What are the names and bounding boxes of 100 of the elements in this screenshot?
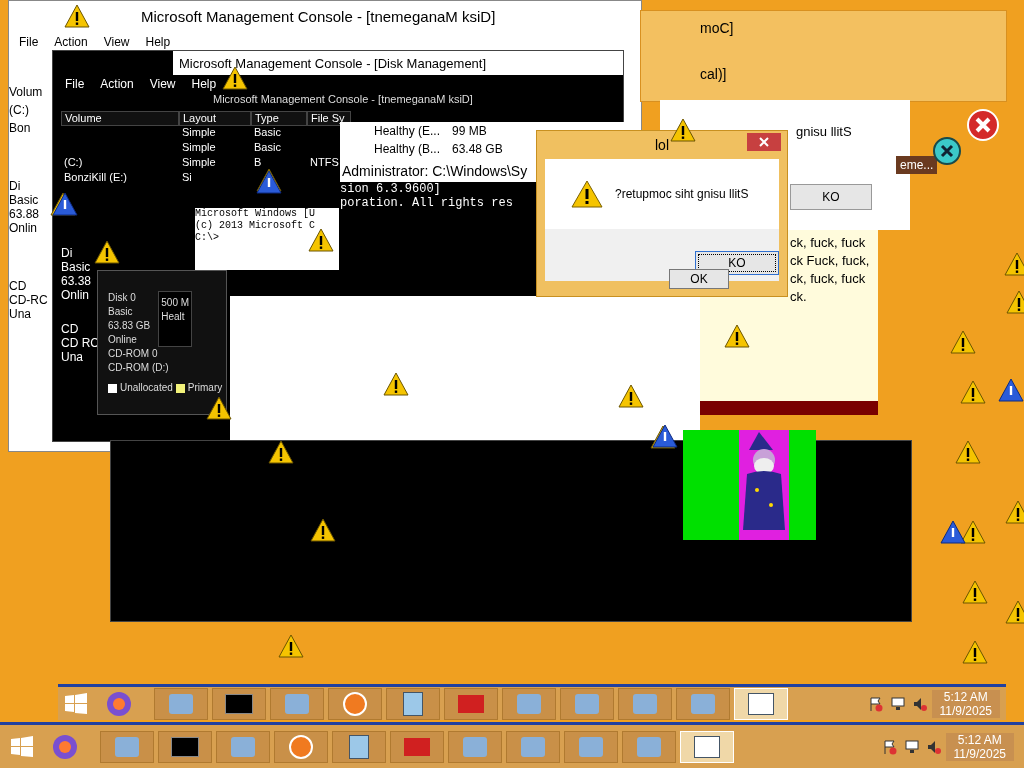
disk-info: Basic — [108, 305, 134, 319]
column-header: Volum — [9, 85, 44, 99]
menu-item[interactable]: Action — [54, 35, 88, 49]
disk-info: Di — [61, 246, 74, 260]
menu-item[interactable]: File — [65, 77, 85, 91]
warning-icon — [64, 4, 90, 28]
table-cell: (C:) — [64, 156, 83, 168]
disk-info: 63.83 GB — [108, 319, 151, 333]
table-cell: Basic — [254, 141, 281, 153]
ok-button[interactable]: KO — [790, 184, 872, 210]
warning-icon — [1005, 500, 1024, 524]
window-title: Microsoft Management Console - [tnemeganaM ksiD] — [213, 93, 474, 105]
table-cell: B — [254, 156, 262, 168]
table-cell: BonziKill (E:) — [64, 171, 127, 183]
error-icon — [932, 136, 962, 166]
warning-icon — [955, 440, 981, 464]
column-header: Type — [251, 111, 307, 126]
volume-name: Bon — [9, 121, 32, 135]
close-icon — [759, 137, 769, 147]
volume-name: (C:) — [9, 103, 30, 117]
console-text: (c) 2013 Microsoft C — [195, 220, 317, 232]
menu-item[interactable]: Help — [191, 77, 217, 91]
cdrom-info: CD — [61, 322, 80, 336]
disk-info: Onlin — [9, 221, 38, 235]
disk-info: Basic — [9, 193, 40, 207]
warning-icon — [1005, 600, 1024, 624]
ok-button[interactable]: OK — [669, 269, 729, 289]
table-cell-text: 99 MB — [452, 123, 488, 140]
warning-icon — [278, 634, 304, 658]
clock-time: 5:12 AM — [957, 732, 1002, 747]
table-cell-text: 63.48 GB — [452, 141, 504, 158]
windows-logo-icon[interactable] — [64, 691, 88, 716]
warning-icon — [670, 118, 696, 142]
taskbar-app-icon[interactable] — [332, 730, 386, 763]
table-cell: NTFS — [310, 156, 339, 168]
table-cell: Simple — [182, 141, 216, 153]
flag-icon[interactable] — [881, 738, 898, 755]
warning-icon — [206, 396, 232, 420]
speech-text: ck Fuck, fuck, — [790, 252, 871, 270]
table-cell: Basic — [254, 126, 281, 138]
warning-icon — [94, 240, 120, 264]
window-title: cal)] — [700, 66, 727, 82]
warning-icon — [950, 330, 976, 354]
legend-label: Unallocated — [120, 381, 173, 395]
disk-info: Onlin — [61, 288, 90, 302]
dialog-title: lol — [655, 137, 669, 153]
menu-item[interactable]: View — [103, 35, 130, 49]
partition-info: Healt — [161, 310, 186, 324]
warning-icon — [940, 520, 966, 544]
console-text: C:\> — [195, 232, 220, 244]
disk-info: 63.88 — [9, 207, 41, 221]
menu-item[interactable]: File — [19, 35, 39, 49]
disk-info: Online — [108, 333, 138, 347]
table-cell: Si — [182, 171, 192, 183]
taskbar-app-icon[interactable] — [212, 687, 266, 720]
close-button[interactable] — [747, 133, 781, 151]
warning-icon — [618, 384, 644, 408]
warning-icon — [308, 228, 334, 252]
network-icon[interactable] — [889, 695, 906, 712]
dialog-message: gnisu llitS — [796, 124, 852, 139]
menu-item[interactable]: Action — [100, 77, 134, 91]
menu-item[interactable]: View — [149, 77, 176, 91]
error-icon — [966, 108, 1000, 142]
warning-icon — [960, 520, 986, 544]
taskbar-app-icon[interactable] — [158, 730, 212, 763]
flag-icon[interactable] — [867, 695, 884, 712]
network-icon[interactable] — [903, 738, 920, 755]
cdrom-info: CD — [9, 279, 28, 293]
speech-text: ck, fuck, fuck — [790, 270, 867, 288]
console-text: poration. All rights res — [340, 196, 514, 210]
warning-icon — [998, 378, 1024, 402]
speech-text: ck. — [790, 288, 808, 306]
table-cell: Simple — [182, 126, 216, 138]
warning-icon — [571, 180, 603, 208]
clock-time: 5:12 AM — [943, 689, 988, 704]
disk-info: Disk 0 — [108, 291, 137, 305]
warning-icon — [310, 518, 336, 542]
dialog-message: ?retupmoc siht gnisu llitS — [615, 187, 749, 201]
clock-date: 11/9/2025 — [939, 703, 992, 718]
column-header: Layout — [179, 111, 251, 126]
taskbar-app-icon[interactable] — [386, 687, 440, 720]
legend-label: Una — [61, 350, 84, 364]
legend-label: Una — [9, 307, 32, 321]
cdrom-info: CD-RC — [9, 293, 49, 307]
tab-label[interactable]: eme... — [896, 156, 938, 174]
warning-icon — [960, 380, 986, 404]
menu-item[interactable]: Help — [145, 35, 171, 49]
partition-info: 500 M — [161, 296, 190, 310]
cdrom-info: CD-ROM (D:) — [108, 361, 170, 375]
console-text: Microsoft Windows [U — [195, 208, 317, 220]
ok-button[interactable]: KO — [695, 251, 779, 275]
windows-logo-icon[interactable] — [10, 734, 34, 759]
disk-info: Di — [9, 179, 22, 193]
warning-icon — [268, 440, 294, 464]
legend-label: Primary — [187, 381, 223, 395]
window-title: Microsoft Management Console - [tnemeganaM ksiD] — [141, 7, 496, 25]
column-header: Volume — [61, 111, 179, 126]
table-cell: Simple — [182, 156, 216, 168]
clock-date: 11/9/2025 — [953, 746, 1006, 761]
window-title: Microsoft Management Console - [Disk Management] — [179, 55, 487, 71]
